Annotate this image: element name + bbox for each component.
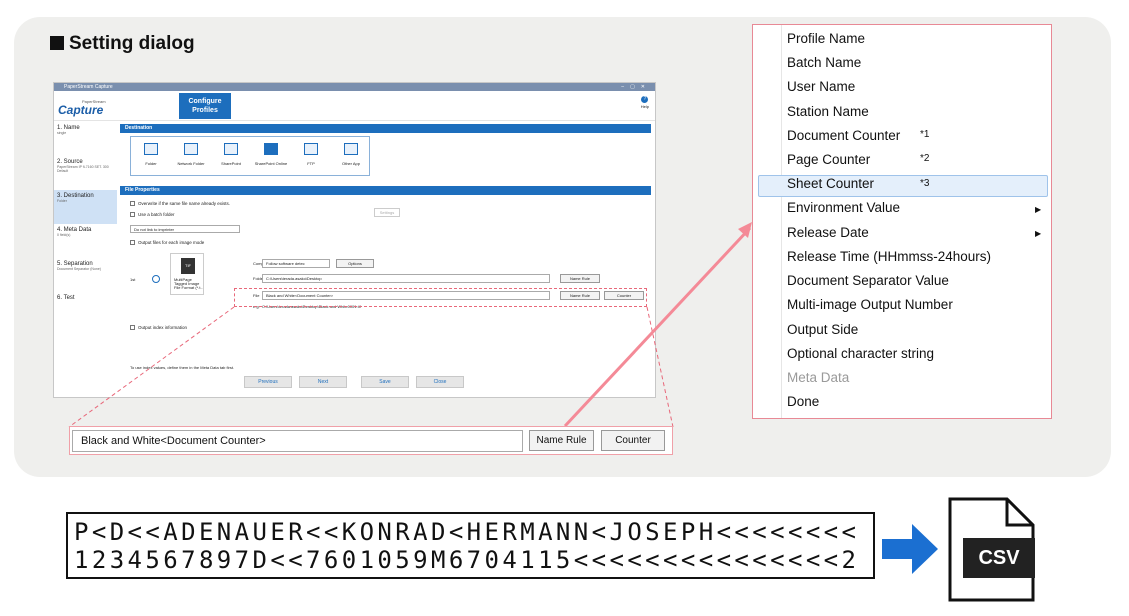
menu-item-environment-value[interactable]: Environment Value bbox=[787, 198, 900, 218]
callout-arrowhead bbox=[738, 222, 752, 238]
submenu-arrow-icon: ▶ bbox=[1035, 229, 1042, 238]
zoom-file-input[interactable]: Black and White<Document Counter> bbox=[72, 430, 523, 452]
menu-item-document-counter[interactable]: Document Counter bbox=[787, 126, 900, 146]
zoom-counter-button[interactable]: Counter bbox=[601, 430, 665, 451]
submenu-arrow-icon: ▶ bbox=[1035, 205, 1042, 214]
mrz-box: P<D<<ADENAUER<<KONRAD<HERMANN<JOSEPH<<<<… bbox=[66, 512, 875, 579]
zoomed-file-field: Black and White<Document Counter> Name R… bbox=[69, 426, 673, 455]
menu-item-optional-character-string[interactable]: Optional character string bbox=[787, 344, 934, 364]
menu-item-release-time[interactable]: Release Time (HHmmss-24hours) bbox=[787, 247, 991, 267]
menu-gutter bbox=[781, 25, 782, 418]
callout-left-line bbox=[68, 306, 235, 428]
csv-file-icon: CSV bbox=[947, 496, 1037, 609]
callout-arrow-line bbox=[563, 226, 752, 428]
right-arrow-icon bbox=[882, 524, 938, 574]
menu-item-sheet-counter[interactable]: Sheet Counter bbox=[787, 174, 874, 194]
mrz-line-1: P<D<<ADENAUER<<KONRAD<HERMANN<JOSEPH<<<<… bbox=[74, 518, 860, 546]
menu-item-station-name[interactable]: Station Name bbox=[787, 102, 869, 122]
menu-item-meta-data: Meta Data bbox=[787, 370, 850, 385]
note-1: *1 bbox=[920, 129, 930, 140]
menu-item-document-separator-value[interactable]: Document Separator Value bbox=[787, 271, 949, 291]
csv-badge: CSV bbox=[978, 547, 1020, 569]
menu-item-release-date[interactable]: Release Date bbox=[787, 223, 869, 243]
menu-item-output-side[interactable]: Output Side bbox=[787, 320, 858, 340]
menu-item-multi-image-output-number[interactable]: Multi-image Output Number bbox=[787, 295, 953, 315]
menu-item-done[interactable]: Done bbox=[787, 392, 819, 412]
name-rule-menu: Profile Name Batch Name User Name Statio… bbox=[752, 24, 1052, 419]
menu-item-batch-name[interactable]: Batch Name bbox=[787, 53, 861, 73]
mrz-line-2: 1234567897D<<7601059M6704115<<<<<<<<<<<<… bbox=[74, 546, 860, 574]
zoom-name-rule-button[interactable]: Name Rule bbox=[529, 430, 594, 451]
menu-item-page-counter[interactable]: Page Counter bbox=[787, 150, 870, 170]
note-2: *2 bbox=[920, 153, 930, 164]
note-3: *3 bbox=[920, 178, 930, 189]
menu-item-user-name[interactable]: User Name bbox=[787, 77, 855, 97]
menu-item-profile-name[interactable]: Profile Name bbox=[787, 29, 865, 49]
